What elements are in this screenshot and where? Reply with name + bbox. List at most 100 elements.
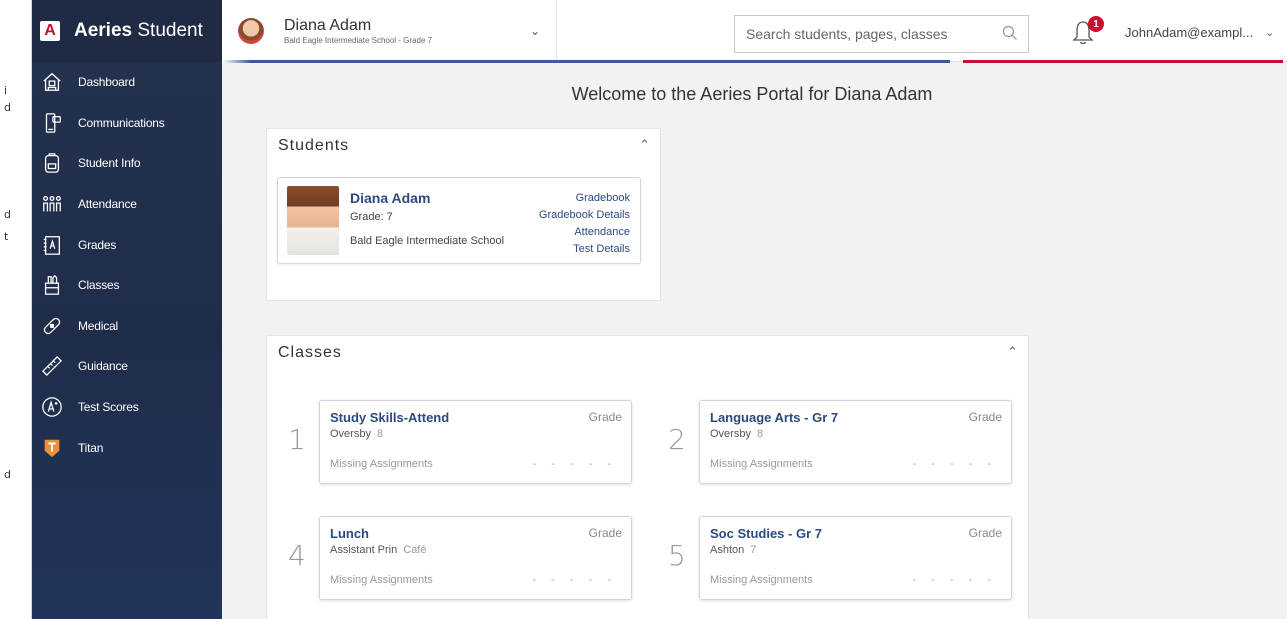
aeries-logo-icon: A (40, 21, 60, 41)
panel-title: Students (278, 137, 350, 154)
sidebar-item-student-info[interactable]: Student Info (32, 143, 222, 184)
sidebar: A Aeries Student Dashboard Communication… (32, 0, 222, 619)
sidebar-item-label: Guidance (78, 359, 128, 374)
selected-student-name: Diana Adam (284, 17, 372, 34)
sidebar-item-titan[interactable]: Titan (32, 427, 222, 468)
grade-label: Grade (588, 526, 622, 540)
sidebar-item-communications[interactable]: Communications (32, 103, 222, 144)
student-card[interactable]: Diana Adam Grade: 7 Bald Eagle Intermedi… (277, 177, 641, 264)
class-card[interactable]: Study Skills-Attend Grade Oversby 8 Missi… (319, 400, 632, 484)
sidebar-item-grades[interactable]: Grades (32, 224, 222, 265)
students-panel: Students ⌃ Diana Adam Grade: 7 Bald Eagl… (266, 128, 661, 301)
bandage-icon (40, 314, 64, 338)
sidebar-item-label: Attendance (78, 197, 137, 212)
missing-assignments-label: Missing Assignments (710, 458, 813, 470)
grade-report-icon (40, 233, 64, 257)
home-icon (40, 70, 64, 94)
grade-label: Grade (968, 410, 1002, 424)
class-name[interactable]: Study Skills-Attend (330, 410, 449, 425)
period-number: 1 (288, 423, 306, 456)
missing-assignments-label: Missing Assignments (330, 458, 433, 470)
missing-assignments-dots: - - - - - (912, 458, 997, 470)
collapse-caret-icon[interactable]: ⌃ (1007, 344, 1018, 360)
avatar (238, 18, 264, 44)
sidebar-item-test-scores[interactable]: Test Scores (32, 387, 222, 428)
sidebar-item-label: Dashboard (78, 75, 135, 90)
sidebar-item-label: Test Scores (78, 400, 139, 415)
link-attendance[interactable]: Attendance (539, 224, 630, 241)
accent-bar-blue (222, 60, 950, 63)
class-name[interactable]: Soc Studies - Gr 7 (710, 526, 822, 541)
missing-assignments-dots: - - - - - (912, 574, 997, 586)
class-teacher: Oversby 8 (330, 428, 384, 440)
sidebar-item-attendance[interactable]: Attendance (32, 184, 222, 225)
selected-student-school: Bald Eagle Intermediate School - Grade 7 (284, 36, 433, 45)
period-number: 2 (668, 423, 686, 456)
period-number: 4 (288, 539, 306, 572)
top-bar: Diana Adam Bald Eagle Intermediate Schoo… (222, 0, 1287, 62)
brand[interactable]: A Aeries Student (32, 0, 222, 62)
student-grade: Grade: 7 (350, 211, 393, 223)
user-menu[interactable]: JohnAdam@exampl... ⌄ (1125, 25, 1274, 40)
period-number: 5 (668, 539, 686, 572)
strip-char: d (4, 208, 11, 221)
backpack-icon (40, 151, 64, 175)
chevron-down-icon[interactable]: ⌄ (530, 24, 540, 38)
student-school: Bald Eagle Intermediate School (350, 235, 505, 247)
class-card[interactable]: Soc Studies - Gr 7 Grade Ashton 7 Missing… (699, 516, 1012, 600)
sidebar-item-label: Medical (78, 318, 118, 333)
link-gradebook-details[interactable]: Gradebook Details (539, 207, 630, 224)
sidebar-item-classes[interactable]: Classes (32, 265, 222, 306)
background-window-strip: i d d t d (0, 0, 32, 619)
titan-shield-icon (40, 436, 64, 460)
sidebar-item-dashboard[interactable]: Dashboard (32, 62, 222, 103)
collapse-caret-icon[interactable]: ⌃ (639, 137, 650, 153)
phone-chat-icon (40, 111, 64, 135)
welcome-heading: Welcome to the Aeries Portal for Diana A… (571, 84, 933, 104)
strip-char: d (4, 468, 11, 481)
sidebar-item-guidance[interactable]: Guidance (32, 346, 222, 387)
missing-assignments-label: Missing Assignments (710, 574, 813, 586)
grade-label: Grade (968, 526, 1002, 540)
grade-label: Grade (588, 410, 622, 424)
classes-panel: Classes ⌃ 1 Study Skills-Attend Grade Ov… (266, 335, 1029, 619)
search-input[interactable] (746, 26, 996, 42)
class-card[interactable]: Lunch Grade Assistant Prin Café Missing A… (319, 516, 632, 600)
student-links: Gradebook Gradebook Details Attendance T… (539, 190, 630, 258)
strip-char: t (4, 230, 9, 243)
class-name[interactable]: Language Arts - Gr 7 (710, 410, 838, 425)
class-name[interactable]: Lunch (330, 526, 369, 541)
accent-bar-red (963, 60, 1283, 63)
missing-assignments-dots: - - - - - (532, 458, 617, 470)
student-switcher[interactable]: Diana Adam Bald Eagle Intermediate Schoo… (222, 0, 557, 62)
ruler-icon (40, 354, 64, 378)
search-box (734, 15, 1029, 53)
class-teacher: Oversby 8 (710, 428, 764, 440)
class-teacher: Ashton 7 (710, 544, 757, 556)
sidebar-item-label: Grades (78, 237, 117, 252)
panel-title: Classes (278, 344, 342, 361)
class-teacher: Assistant Prin Café (330, 544, 427, 556)
aeries-portal-window: i d d t d A Aeries Student Dashboard Com… (0, 0, 1287, 619)
search-icon[interactable] (1002, 25, 1018, 46)
strip-char: d (4, 101, 11, 114)
missing-assignments-label: Missing Assignments (330, 574, 433, 586)
a-plus-icon (40, 395, 64, 419)
sidebar-item-medical[interactable]: Medical (32, 306, 222, 347)
student-name[interactable]: Diana Adam (350, 190, 430, 206)
brand-name: Aeries Student (74, 20, 203, 41)
pencil-cup-icon (40, 273, 64, 297)
user-email: JohnAdam@exampl... (1125, 25, 1254, 40)
student-photo (287, 186, 339, 255)
sidebar-item-label: Student Info (78, 156, 141, 171)
class-card[interactable]: Language Arts - Gr 7 Grade Oversby 8 Miss… (699, 400, 1012, 484)
chevron-down-icon: ⌄ (1265, 27, 1275, 39)
people-icon (40, 192, 64, 216)
strip-char: i (4, 84, 8, 97)
sidebar-item-label: Titan (78, 440, 104, 455)
sidebar-item-label: Communications (78, 115, 165, 130)
missing-assignments-dots: - - - - - (532, 574, 617, 586)
notification-badge: 1 (1088, 16, 1104, 32)
link-test-details[interactable]: Test Details (539, 241, 630, 258)
link-gradebook[interactable]: Gradebook (539, 190, 630, 207)
